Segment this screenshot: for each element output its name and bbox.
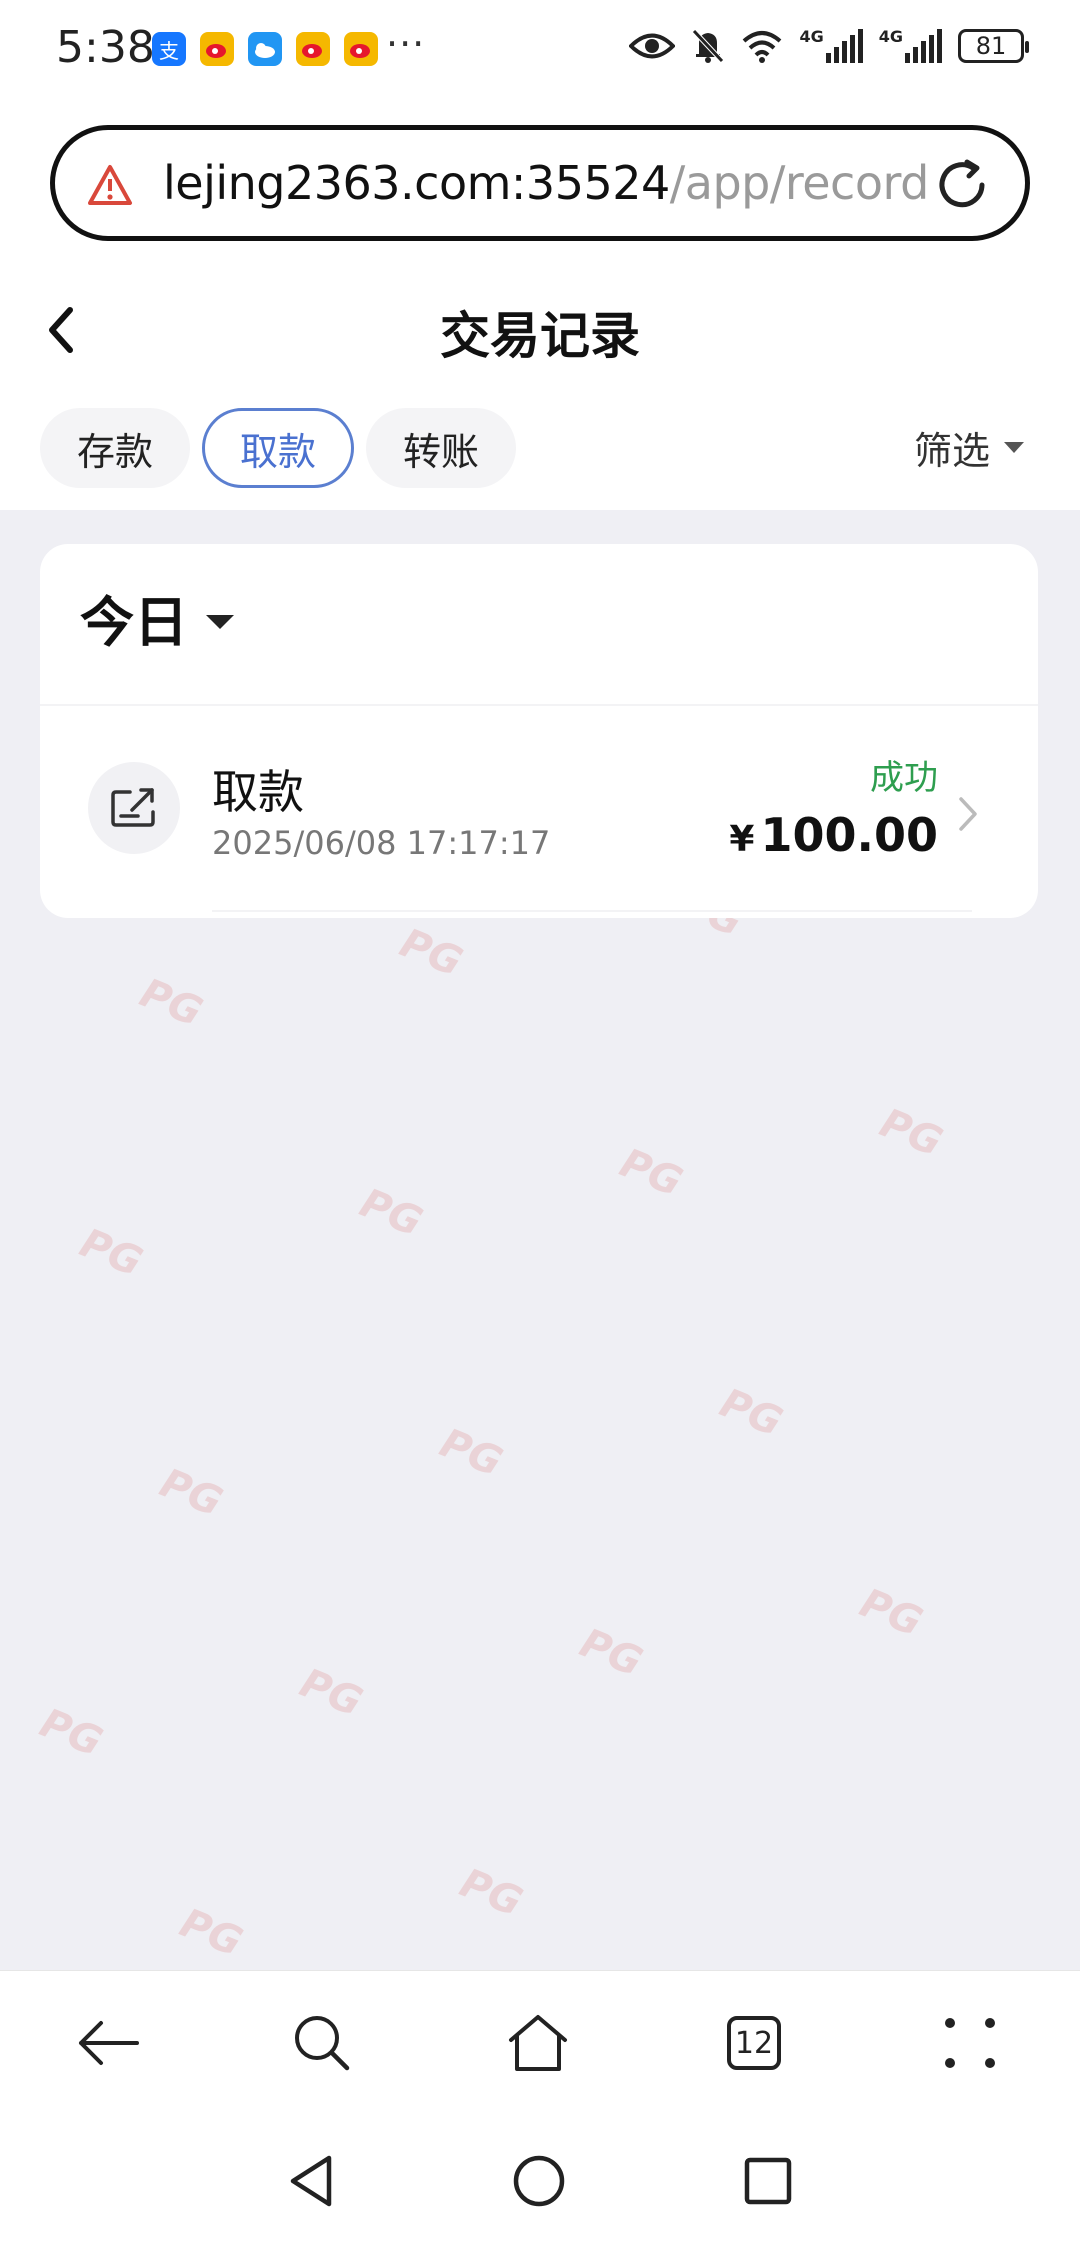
weibo-icon (200, 32, 234, 66)
records-card: 今日 取款 2025/06/08 17:17:17 成功 ¥100.00 (40, 544, 1038, 918)
system-recents-button[interactable] (733, 2146, 803, 2216)
system-home-button[interactable] (504, 2146, 574, 2216)
weibo-icon (344, 32, 378, 66)
circle-home-icon (513, 2155, 565, 2207)
amount-value: 100.00 (760, 808, 938, 862)
search-button[interactable] (282, 2003, 362, 2083)
records-area: PG PG PG PG PG PG PG PG PG PG PG PG PG P… (0, 510, 1080, 1970)
alipay-icon: 支 (152, 32, 186, 66)
square-recents-icon (744, 2157, 792, 2205)
reload-icon[interactable] (933, 156, 991, 214)
page-title: 交易记录 (440, 307, 640, 365)
warning-icon[interactable] (87, 164, 133, 206)
wifi-icon (743, 31, 782, 63)
date-group-label: 今日 (80, 591, 188, 654)
divider (212, 910, 972, 912)
date-group-selector[interactable]: 今日 (80, 578, 234, 657)
system-navigation-bar (0, 2120, 1080, 2244)
divider (40, 704, 1038, 706)
signal-bars-icon (905, 29, 942, 63)
status-time: 5:38 (56, 22, 155, 73)
battery-icon: 81 (958, 29, 1029, 63)
home-icon (509, 2015, 567, 2071)
chevron-right-icon (959, 797, 977, 831)
url-host: lejing2363.com:35524 (163, 156, 670, 210)
network-type-label: 4G (878, 27, 903, 46)
arrow-left-icon (79, 2021, 139, 2065)
weather-icon (248, 32, 282, 66)
signal-1: 4G (799, 27, 863, 63)
bell-muted-icon (692, 29, 725, 63)
address-bar[interactable]: lejing2363.com:35524/app/record (50, 125, 1030, 241)
caret-down-icon (206, 614, 234, 629)
weibo-icon (296, 32, 330, 66)
more-dots-icon (945, 2018, 995, 2068)
filter-button[interactable]: 筛选 (914, 420, 1024, 475)
url-path: /app/record (669, 156, 930, 210)
caret-down-icon (1004, 442, 1024, 453)
battery-level: 81 (975, 32, 1007, 60)
record-amount: ¥100.00 (729, 808, 938, 862)
tabs-count: 12 (727, 2016, 781, 2070)
record-time: 2025/06/08 17:17:17 (212, 824, 551, 862)
tab-deposit[interactable]: 存款 (40, 408, 190, 488)
tab-transfer[interactable]: 转账 (366, 408, 516, 488)
eye-icon (629, 33, 676, 59)
url-text[interactable]: lejing2363.com:35524/app/record (163, 156, 929, 210)
system-back-button[interactable] (276, 2146, 346, 2216)
search-icon (295, 2016, 350, 2071)
status-bar: 5:38 支 ··· 4G 4G 81 (0, 0, 1080, 100)
record-type: 取款 (212, 765, 304, 819)
signal-2: 4G (879, 29, 942, 63)
notification-icons: 支 (152, 32, 378, 66)
home-button[interactable] (498, 2003, 578, 2083)
browser-toolbar: 12 (0, 1970, 1080, 2121)
filter-label: 筛选 (913, 429, 990, 473)
status-badge: 成功 (870, 758, 938, 798)
status-indicators: 4G 4G 81 (629, 27, 1029, 64)
tab-withdraw[interactable]: 取款 (202, 408, 354, 488)
currency-symbol: ¥ (729, 819, 755, 860)
triangle-back-icon (290, 2155, 332, 2207)
network-type-label: 4G (799, 27, 824, 46)
withdraw-icon (88, 762, 180, 854)
browser-back-button[interactable] (68, 2003, 148, 2083)
signal-bars-icon (825, 29, 863, 63)
more-notifications: ··· (386, 22, 426, 66)
menu-button[interactable] (930, 2003, 1010, 2083)
tabs-button[interactable]: 12 (714, 2003, 794, 2083)
